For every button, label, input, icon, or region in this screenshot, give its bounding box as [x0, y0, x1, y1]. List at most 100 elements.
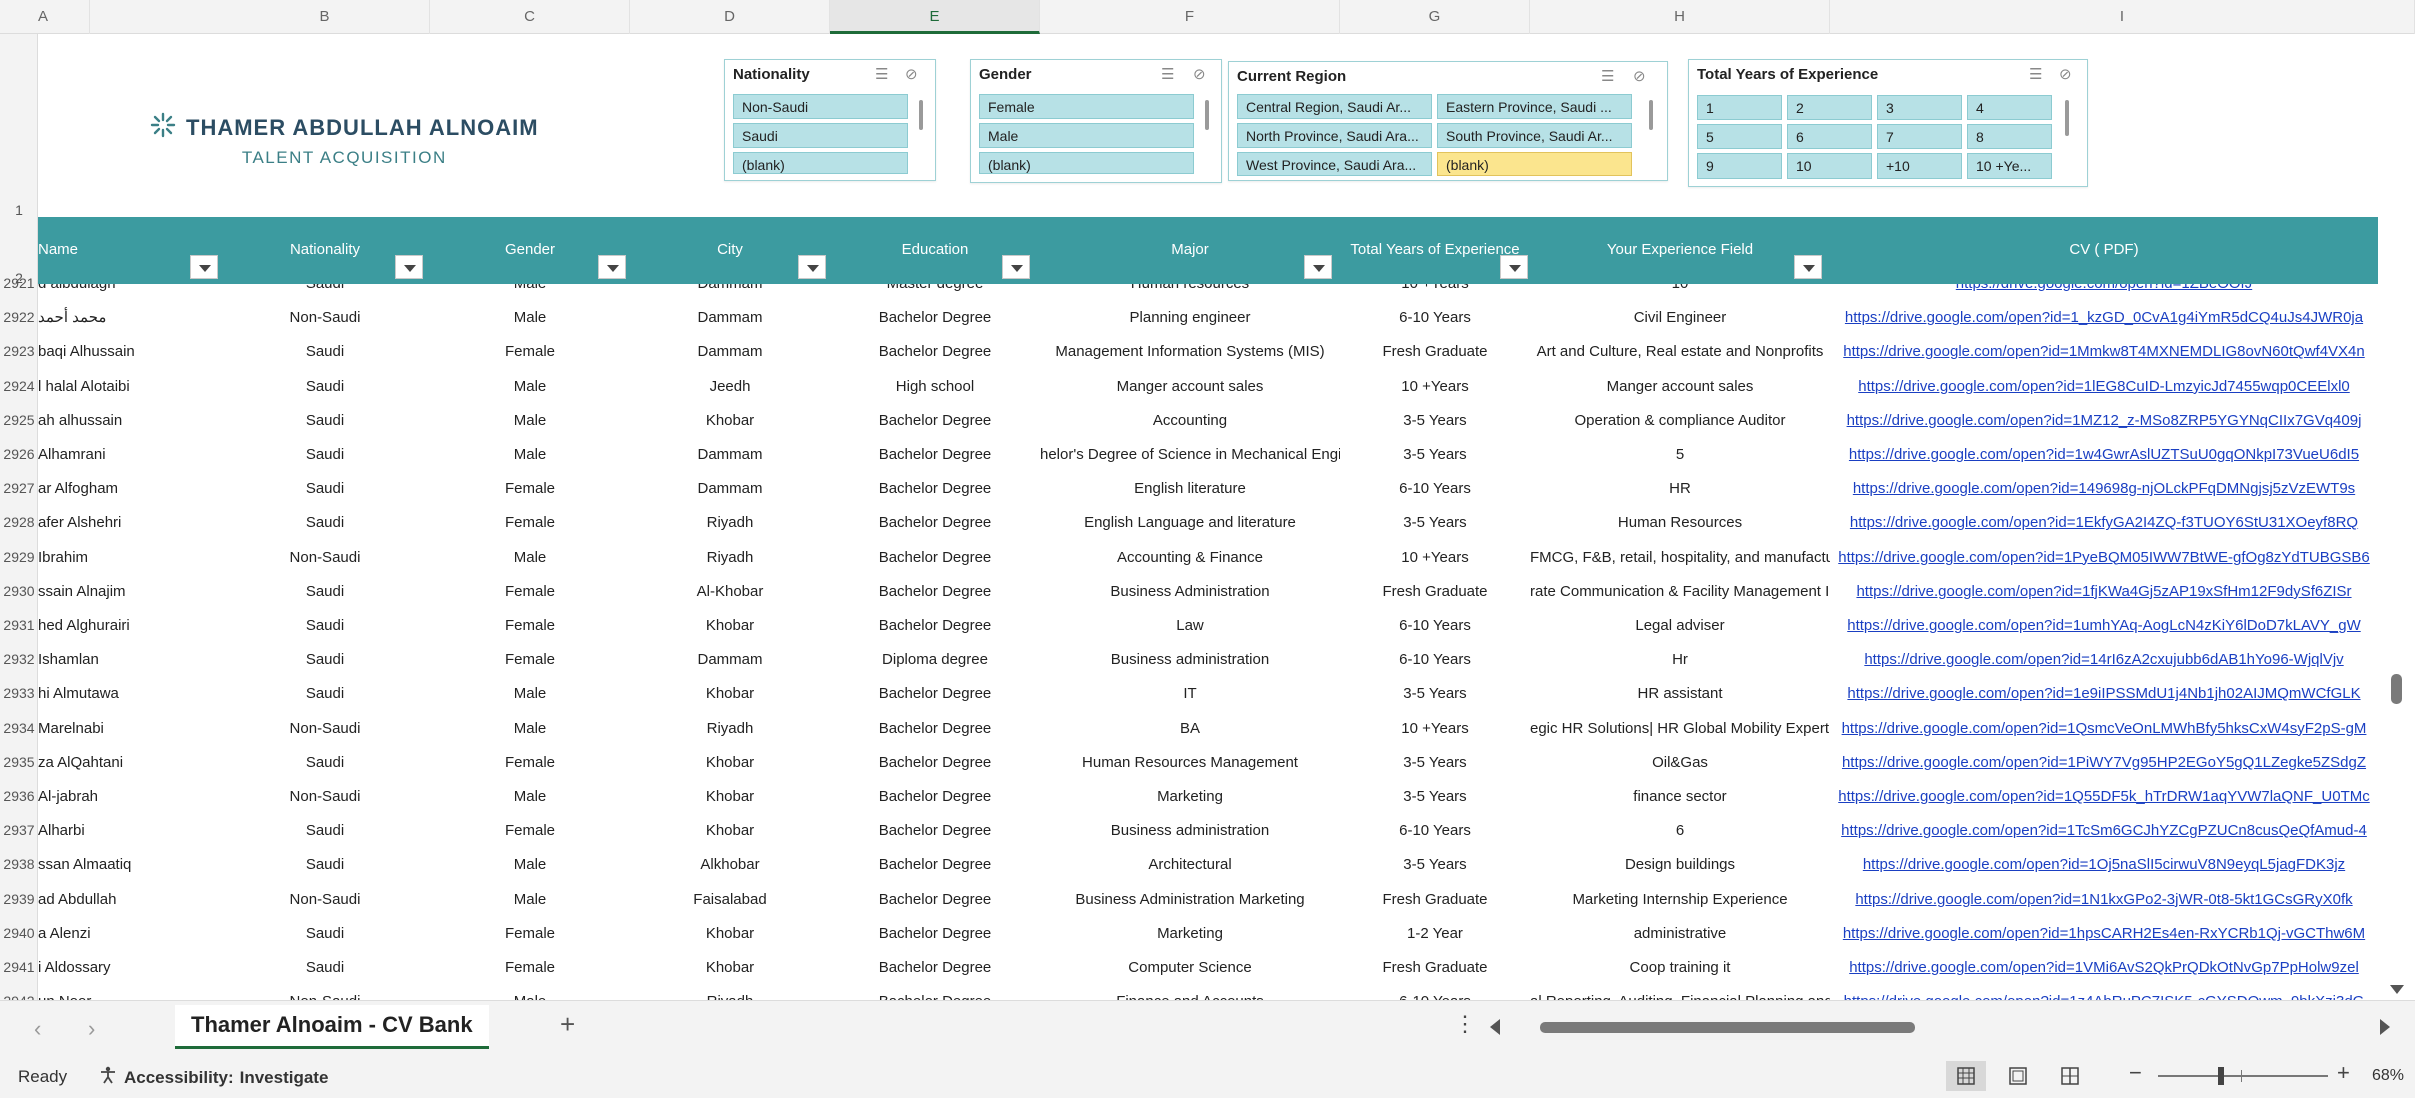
cell-experience-field[interactable]: 5: [1530, 438, 1830, 472]
cell-nationality[interactable]: Non-Saudi: [220, 985, 430, 1000]
cell-name[interactable]: Marelnabi: [38, 712, 220, 746]
cell-education[interactable]: High school: [830, 370, 1040, 404]
cell-name[interactable]: hi Almutawa: [38, 677, 220, 711]
cell-nationality[interactable]: Non-Saudi: [220, 883, 430, 917]
slicer-item-years[interactable]: 9: [1697, 153, 1782, 179]
multi-select-icon[interactable]: ☰: [2029, 65, 2042, 83]
cell-major[interactable]: English literature: [1040, 472, 1340, 506]
cell-major[interactable]: Business administration: [1040, 814, 1340, 848]
column-header-d[interactable]: D: [630, 0, 830, 34]
cell-major[interactable]: helor's Degree of Science in Mechanical …: [1040, 438, 1340, 472]
cell-education[interactable]: Bachelor Degree: [830, 712, 1040, 746]
cell-name[interactable]: ssan Almaatiq: [38, 848, 220, 882]
clear-filter-icon[interactable]: ⊘: [1193, 65, 1206, 83]
cell-city[interactable]: Faisalabad: [630, 883, 830, 917]
row-number[interactable]: 2928: [0, 514, 38, 530]
slicer-item-years[interactable]: 3: [1877, 95, 1962, 120]
cell-city[interactable]: Khobar: [630, 404, 830, 438]
cell-major[interactable]: Computer Science: [1040, 951, 1340, 985]
row-number[interactable]: 2934: [0, 720, 38, 736]
cell-city[interactable]: Dammam: [630, 472, 830, 506]
cell-education[interactable]: Bachelor Degree: [830, 541, 1040, 575]
cell-total-years[interactable]: 3-5 Years: [1340, 848, 1530, 882]
cell-nationality[interactable]: Saudi: [220, 917, 430, 951]
cell-total-years[interactable]: 10 +Years: [1340, 541, 1530, 575]
cell-experience-field[interactable]: finance sector: [1530, 780, 1830, 814]
cell-gender[interactable]: Female: [430, 472, 630, 506]
cell-city[interactable]: Jeedh: [630, 370, 830, 404]
cell-total-years[interactable]: 6-10 Years: [1340, 814, 1530, 848]
cell-major[interactable]: Human resources: [1040, 284, 1340, 301]
cell-experience-field[interactable]: Human Resources: [1530, 506, 1830, 540]
slicer-item-years[interactable]: +10: [1877, 153, 1962, 179]
cell-total-years[interactable]: 6-10 Years: [1340, 985, 1530, 1000]
cell-name[interactable]: محمد أحمد: [38, 301, 220, 335]
cell-nationality[interactable]: Saudi: [220, 575, 430, 609]
cell-total-years[interactable]: 10 +Years: [1340, 284, 1530, 301]
slicer-item-central-region[interactable]: Central Region, Saudi Ar...: [1237, 94, 1432, 119]
multi-select-icon[interactable]: ☰: [1601, 67, 1614, 85]
cell-nationality[interactable]: Non-Saudi: [220, 301, 430, 335]
row-number[interactable]: 2936: [0, 788, 38, 804]
cell-education[interactable]: Bachelor Degree: [830, 677, 1040, 711]
cell-total-years[interactable]: 3-5 Years: [1340, 438, 1530, 472]
cell-cv-link[interactable]: https://drive.google.com/open?id=1_kzGD_…: [1830, 301, 2378, 335]
cell-nationality[interactable]: Saudi: [220, 370, 430, 404]
slicer-item-female[interactable]: Female: [979, 94, 1194, 119]
horizontal-scroll-thumb[interactable]: [1540, 1022, 1915, 1033]
cell-experience-field[interactable]: FMCG, F&B, retail, hospitality, and manu…: [1530, 541, 1830, 575]
row-number[interactable]: 2930: [0, 583, 38, 599]
zoom-in-button[interactable]: +: [2337, 1060, 2350, 1086]
cell-major[interactable]: Human Resources Management: [1040, 746, 1340, 780]
slicer-item-years[interactable]: 2: [1787, 95, 1872, 120]
slicer-scrollbar[interactable]: [919, 100, 923, 130]
cell-nationality[interactable]: Saudi: [220, 404, 430, 438]
page-layout-view-button[interactable]: [1998, 1061, 2038, 1091]
row-number[interactable]: 2927: [0, 480, 38, 496]
cell-experience-field[interactable]: HR assistant: [1530, 677, 1830, 711]
cell-experience-field[interactable]: al Reporting, Auditing, Financial Planni…: [1530, 985, 1830, 1000]
prev-sheet-arrow-icon[interactable]: ‹: [34, 1016, 41, 1042]
cell-total-years[interactable]: 3-5 Years: [1340, 780, 1530, 814]
cell-experience-field[interactable]: Design buildings: [1530, 848, 1830, 882]
zoom-slider-knob[interactable]: [2218, 1067, 2224, 1085]
cell-nationality[interactable]: Saudi: [220, 643, 430, 677]
cell-nationality[interactable]: Non-Saudi: [220, 541, 430, 575]
cell-cv-link[interactable]: https://drive.google.com/open?id=1umhYAq…: [1830, 609, 2378, 643]
cell-total-years[interactable]: 3-5 Years: [1340, 746, 1530, 780]
cell-total-years[interactable]: 3-5 Years: [1340, 404, 1530, 438]
clear-filter-icon[interactable]: ⊘: [1633, 67, 1646, 85]
cell-city[interactable]: Dammam: [630, 301, 830, 335]
cell-experience-field[interactable]: rate Communication & Facility Management…: [1530, 575, 1830, 609]
vertical-scrollbar[interactable]: [2378, 217, 2415, 1000]
slicer-current-region[interactable]: Current Region ☰ ⊘ Central Region, Saudi…: [1228, 61, 1668, 181]
cell-name[interactable]: ssain Alnajim: [38, 575, 220, 609]
cell-name[interactable]: d albdulagh: [38, 284, 220, 301]
cell-cv-link[interactable]: https://drive.google.com/open?id=1QsmcVe…: [1830, 712, 2378, 746]
cell-name[interactable]: Ishamlan: [38, 643, 220, 677]
cell-nationality[interactable]: Non-Saudi: [220, 780, 430, 814]
cell-city[interactable]: Riyadh: [630, 712, 830, 746]
cell-gender[interactable]: Male: [430, 848, 630, 882]
cell-name[interactable]: ad Abdullah: [38, 883, 220, 917]
multi-select-icon[interactable]: ☰: [875, 65, 888, 83]
cell-major[interactable]: IT: [1040, 677, 1340, 711]
cell-cv-link[interactable]: https://drive.google.com/open?id=14rI6zA…: [1830, 643, 2378, 677]
cell-city[interactable]: Khobar: [630, 917, 830, 951]
cell-gender[interactable]: Female: [430, 609, 630, 643]
cell-education[interactable]: Bachelor Degree: [830, 575, 1040, 609]
filter-dropdown-button[interactable]: [395, 255, 423, 279]
cell-major[interactable]: Architectural: [1040, 848, 1340, 882]
cell-gender[interactable]: Male: [430, 780, 630, 814]
cell-major[interactable]: Law: [1040, 609, 1340, 643]
cell-education[interactable]: Bachelor Degree: [830, 506, 1040, 540]
cell-gender[interactable]: Female: [430, 951, 630, 985]
row-number[interactable]: 2921: [0, 275, 38, 291]
cell-gender[interactable]: Female: [430, 814, 630, 848]
clear-filter-icon[interactable]: ⊘: [2059, 65, 2072, 83]
cell-total-years[interactable]: 1-2 Year: [1340, 917, 1530, 951]
cell-city[interactable]: Dammam: [630, 643, 830, 677]
cell-city[interactable]: Riyadh: [630, 506, 830, 540]
cell-gender[interactable]: Male: [430, 985, 630, 1000]
slicer-item-years[interactable]: 10 +Ye...: [1967, 153, 2052, 179]
